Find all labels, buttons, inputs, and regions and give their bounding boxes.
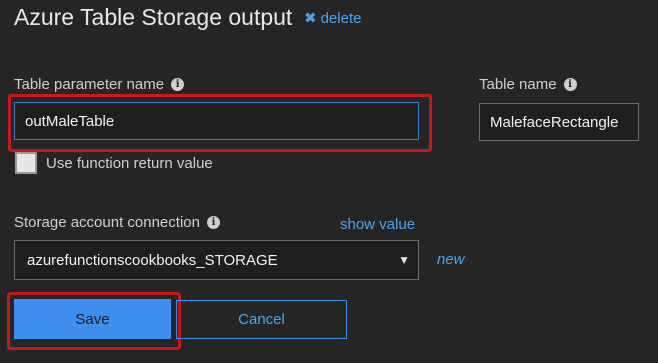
show-value-link[interactable]: show value	[340, 216, 415, 233]
info-icon[interactable]: i	[206, 216, 220, 229]
use-return-label: Use function return value	[46, 155, 213, 172]
delete-label: delete	[320, 10, 362, 27]
table-parameter-label: Table parameter name i	[14, 76, 185, 93]
delete-link[interactable]: ✖ delete	[304, 9, 361, 27]
table-name-label: Table name i	[479, 76, 577, 93]
storage-label-text: Storage account connection	[14, 214, 200, 231]
save-button[interactable]: Save	[14, 299, 171, 339]
cancel-button[interactable]: Cancel	[176, 300, 347, 339]
info-icon[interactable]: i	[563, 78, 577, 91]
table-name-input[interactable]: MalefaceRectangle	[479, 103, 639, 141]
info-icon[interactable]: i	[171, 78, 185, 91]
use-return-checkbox[interactable]	[15, 152, 37, 174]
table-parameter-input[interactable]: outMaleTable	[14, 102, 419, 140]
panel-title: Azure Table Storage output	[14, 4, 293, 30]
new-connection-link[interactable]: new	[437, 251, 465, 268]
storage-label: Storage account connection i	[14, 214, 220, 231]
table-name-label-text: Table name	[479, 76, 557, 93]
storage-select[interactable]: azurefunctionscookbooks_STORAGE ▼	[14, 240, 419, 280]
table-parameter-label-text: Table parameter name	[14, 76, 165, 93]
chevron-down-icon: ▼	[398, 253, 410, 267]
x-icon: ✖	[304, 10, 317, 27]
storage-selected-value: azurefunctionscookbooks_STORAGE	[27, 251, 278, 269]
